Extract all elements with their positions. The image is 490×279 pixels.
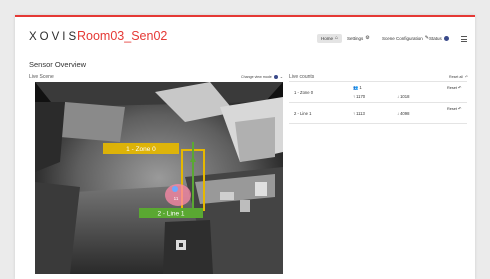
chevron-down-icon: ⌄ <box>279 74 284 79</box>
group-count-value: 1 <box>359 85 362 90</box>
zone-label: 1 - Zone 0 <box>126 146 156 153</box>
arrow-up-icon: ↑ <box>353 111 356 116</box>
out-count: ↓1018 <box>397 94 409 99</box>
in-count-value: 1170 <box>356 94 366 99</box>
header: XOVIS Room03_Sen02 Home ⌂ Settings ⚙ Sce… <box>15 17 475 57</box>
nav-home-label: Home <box>321 36 334 41</box>
live-counts-table: 1 - Zone 0 👥 1 ↑1170 ↓1018 Reset ↶ 2 - L… <box>289 81 467 124</box>
change-view-mode-label: Change view mode <box>241 74 272 79</box>
count-row: 1 - Zone 0 👥 1 ↑1170 ↓1018 Reset ↶ <box>289 81 467 103</box>
camera-frame: 1 - Zone 0 2 - Line 1 11 <box>35 82 283 274</box>
people-icon: 👥 <box>353 85 359 90</box>
tracked-person-marker <box>165 184 191 206</box>
person-id: 11 <box>174 196 179 201</box>
count-row-name: 2 - Line 1 <box>294 111 312 116</box>
count-row-name: 1 - Zone 0 <box>294 90 314 95</box>
count-row: 2 - Line 1 ↑1113 ↓4098 Reset ↶ <box>289 103 467 124</box>
person-head-icon <box>172 186 178 192</box>
live-scene-label: Live Scene <box>29 74 54 80</box>
out-count: ↓4098 <box>397 111 409 116</box>
page-title: Sensor Overview <box>29 60 87 69</box>
gear-icon: ⚙ <box>365 35 370 41</box>
brand-logo: XOVIS <box>29 31 80 43</box>
nav-status-label: Status <box>429 36 442 41</box>
in-count: ↑1170 <box>353 94 365 99</box>
reset-all-label: Reset all <box>449 75 463 79</box>
in-count: ↑1113 <box>353 111 365 116</box>
nav-scene-configuration-button[interactable]: Scene Configuration ✎ <box>382 34 429 43</box>
sensor-overview-card: XOVIS Room03_Sen02 Home ⌂ Settings ⚙ Sce… <box>15 15 475 279</box>
reset-button[interactable]: Reset ↶ <box>447 85 461 90</box>
status-dot-icon <box>443 36 449 41</box>
reset-button[interactable]: Reset ↶ <box>447 106 461 111</box>
arrow-up-icon: ↑ <box>353 94 356 99</box>
nav-scene-configuration-label: Scene Configuration <box>382 36 423 41</box>
reset-label: Reset <box>447 107 457 111</box>
out-count-value: 4098 <box>400 111 410 116</box>
view-mode-icon <box>273 74 278 79</box>
group-count: 👥 1 <box>353 85 362 91</box>
line-label: 2 - Line 1 <box>157 211 184 218</box>
reset-label: Reset <box>447 86 457 90</box>
nav-status-button[interactable]: Status <box>429 34 449 43</box>
arrow-down-icon: ↓ <box>397 94 400 99</box>
nav-home-button[interactable]: Home ⌂ <box>317 34 343 43</box>
reset-icon: ↶ <box>457 86 462 90</box>
reset-all-icon: ↶ <box>464 75 468 79</box>
menu-icon[interactable] <box>461 36 467 42</box>
in-count-value: 1113 <box>356 111 365 116</box>
change-view-mode-button[interactable]: Change view mode ⌄ <box>241 74 283 79</box>
home-icon: ⌂ <box>335 35 339 41</box>
out-count-value: 1018 <box>400 94 410 99</box>
device-name: Room03_Sen02 <box>77 29 168 43</box>
live-scene-view[interactable]: 1 - Zone 0 2 - Line 1 11 <box>35 82 283 274</box>
nav-settings-label: Settings <box>347 36 364 41</box>
live-counts-label: Live counts <box>289 74 315 80</box>
arrow-down-icon: ↓ <box>397 111 400 116</box>
reset-icon: ↶ <box>457 107 462 111</box>
nav-settings-button[interactable]: Settings ⚙ <box>347 34 370 43</box>
reset-all-button[interactable]: Reset all ↶ <box>449 75 468 79</box>
